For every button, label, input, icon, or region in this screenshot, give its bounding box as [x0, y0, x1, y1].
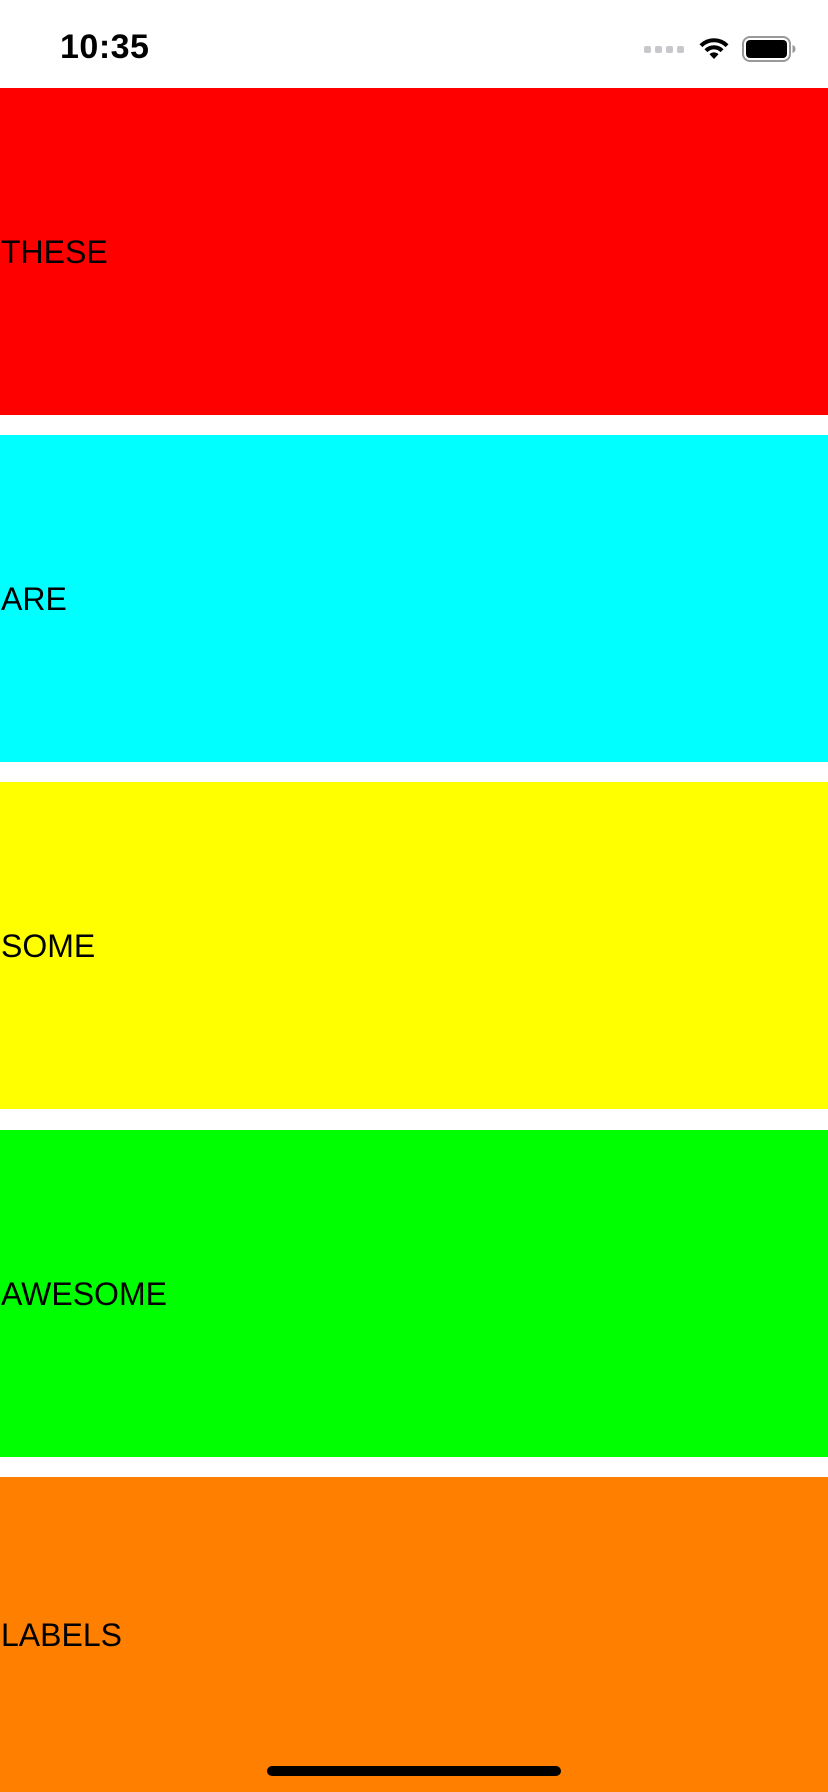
- label-labels: LABELS: [0, 1477, 828, 1792]
- label-text: ARE: [1, 580, 67, 617]
- battery-icon: [742, 36, 796, 62]
- wifi-icon: [699, 38, 729, 59]
- status-time: 10:35: [60, 28, 150, 66]
- cellular-signal-icon: [644, 45, 684, 53]
- label-some: SOME: [0, 782, 828, 1109]
- app-screen: 10:35 THESE ARE SOME AWESOME LABELS: [0, 0, 828, 1792]
- status-bar: 10:35: [0, 0, 828, 88]
- label-text: AWESOME: [1, 1275, 167, 1312]
- home-indicator[interactable]: [267, 1766, 561, 1776]
- label-awesome: AWESOME: [0, 1130, 828, 1457]
- status-icons: [644, 34, 796, 64]
- label-these: THESE: [0, 88, 828, 415]
- label-are: ARE: [0, 435, 828, 762]
- label-text: SOME: [1, 927, 96, 964]
- label-text: LABELS: [1, 1616, 122, 1653]
- label-text: THESE: [1, 233, 108, 270]
